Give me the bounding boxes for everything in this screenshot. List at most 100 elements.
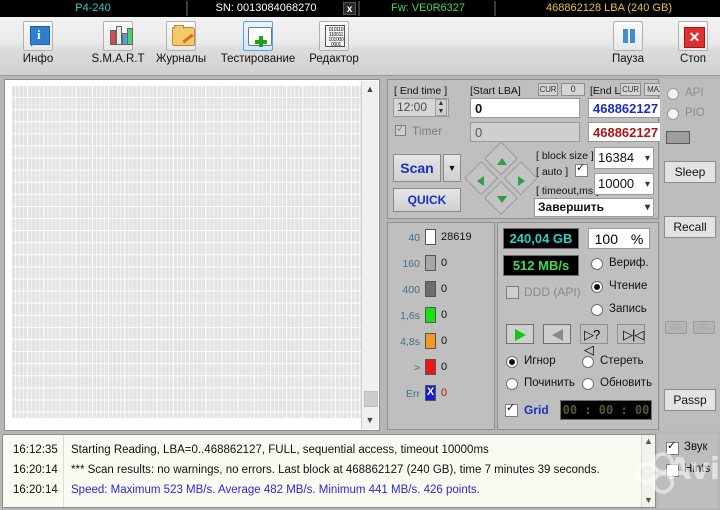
step-to-start-button[interactable]: ▷|◁ — [617, 324, 645, 344]
title-divider-3 — [494, 1, 496, 16]
chevron-down-icon[interactable]: ▾ — [645, 200, 650, 215]
sound-checkbox[interactable] — [666, 442, 679, 455]
toolbar-button-journals[interactable]: Журналы — [143, 20, 219, 72]
log-panel[interactable]: 16:12:35 Starting Reading, LBA=0..4688621… — [2, 434, 656, 508]
map-vertical-scrollbar[interactable]: ▲ ▼ — [361, 81, 378, 429]
hex-editor-icon: 0101101100111010000001 — [317, 21, 351, 53]
scroll-up-icon[interactable]: ▲ — [362, 81, 378, 98]
log-row[interactable]: 16:12:35 Starting Reading, LBA=0..4688621… — [3, 441, 643, 460]
api-label: API — [685, 87, 704, 99]
mode-radio-write[interactable] — [591, 304, 603, 316]
spinner-up-icon[interactable]: ▲ — [436, 100, 446, 108]
action-radio-repair[interactable] — [506, 378, 518, 390]
quick-button[interactable]: QUICK — [393, 188, 461, 212]
histogram-row: 1,6s0 — [388, 307, 494, 327]
led-indicator — [666, 131, 690, 144]
toolbar-button-info[interactable]: Инфо — [0, 20, 76, 72]
toolbar-button-stop[interactable]: Стоп — [655, 20, 720, 72]
histogram-row-swatch — [425, 307, 436, 323]
grid-checkbox[interactable] — [505, 404, 518, 417]
surface-map-grid[interactable] — [11, 85, 361, 418]
mode-label-verify: Вериф. — [609, 257, 649, 269]
end-time-spinner[interactable]: ▲ ▼ — [435, 99, 447, 116]
scan-dropdown-arrow[interactable]: ▼ — [443, 154, 461, 182]
histogram-row-swatch: X — [425, 385, 436, 401]
timeout-select[interactable]: 10000 ▾ — [594, 173, 654, 195]
api-radio[interactable] — [667, 88, 679, 100]
drive-serial: SN: 0013084068270 — [190, 0, 342, 17]
auto-checkbox[interactable] — [575, 164, 588, 177]
log-scrollbar[interactable]: ▲ ▼ — [641, 435, 655, 507]
toolbar-button-testing[interactable]: Тестирование — [220, 20, 296, 72]
step-query-button[interactable]: ▷?◁ — [580, 324, 608, 344]
toolbar-button-editor[interactable]: 0101101100111010000001 Редактор — [296, 20, 372, 72]
recall-button[interactable]: Recall — [664, 216, 716, 238]
scrollbar-thumb[interactable] — [364, 391, 378, 407]
histogram-row-value: 0 — [441, 361, 447, 373]
timer-label: Timer — [412, 124, 442, 138]
ddd-checkbox[interactable] — [506, 286, 519, 299]
dpad-right-icon — [518, 176, 525, 186]
action-radio-refresh[interactable] — [582, 378, 594, 390]
title-divider-1 — [186, 1, 188, 16]
block-time-histogram-panel: 4028619160040001,6s04,8s0>0ErrX0 — [387, 222, 495, 430]
start-lba-cur-button[interactable]: CUR — [538, 83, 558, 96]
pio-label: PIO — [685, 107, 705, 119]
action-label-ignore: Игнор — [524, 355, 556, 367]
chevron-down-icon[interactable]: ▼ — [642, 494, 655, 507]
start-lba-zero-button[interactable]: 0 — [561, 83, 585, 96]
hints-checkbox[interactable] — [666, 464, 679, 477]
title-bar: P4-240 SN: 0013084068270 x Fw: VE0R6327 … — [0, 0, 720, 17]
end-time-value: 12:00 — [397, 100, 427, 114]
pio-radio[interactable] — [667, 108, 679, 120]
chevron-down-icon[interactable]: ▾ — [645, 176, 650, 194]
histogram-row-label: > — [388, 362, 420, 374]
start-lba-input[interactable]: 0 — [470, 98, 580, 118]
play-forward-button[interactable] — [506, 324, 534, 344]
percent-unit: % — [631, 231, 643, 247]
close-serial-button[interactable]: x — [343, 2, 356, 15]
block-size-select[interactable]: 16384 ▾ — [594, 147, 654, 169]
histogram-row-label: 160 — [388, 258, 420, 270]
log-timestamp: 16:12:35 — [13, 441, 58, 460]
histogram-row-value: 0 — [441, 387, 447, 399]
toolbar-label-editor: Редактор — [296, 53, 372, 65]
play-backward-button[interactable] — [543, 324, 571, 344]
error-x-icon: X — [426, 384, 435, 400]
passp-button[interactable]: Passp — [664, 389, 716, 411]
ddd-label: DDD (API) — [524, 285, 581, 299]
end-time-input[interactable]: 12:00 ▲ ▼ — [393, 98, 449, 117]
folder-edit-icon — [164, 21, 198, 53]
scroll-down-icon[interactable]: ▼ — [362, 412, 378, 429]
log-row[interactable]: 16:20:14*** Scan results: no warnings, n… — [3, 461, 643, 480]
main-toolbar: Инфо S.M.A.R.T Жу — [0, 17, 720, 76]
direction-pad[interactable] — [470, 150, 532, 212]
start-lba-input-2[interactable]: 0 — [470, 122, 580, 142]
action-label-repair: Починить — [524, 377, 575, 389]
spinner-down-icon[interactable]: ▼ — [436, 108, 446, 116]
wr-button[interactable]: WR — [665, 321, 687, 334]
timeout-label: [ timeout,ms ] — [536, 185, 599, 197]
elapsed-timer-display: 00 : 00 : 00 — [560, 400, 652, 420]
log-message: Starting Reading, LBA=0..468862127, FULL… — [71, 441, 489, 460]
mode-radio-read[interactable] — [591, 281, 603, 293]
log-row[interactable]: 16:20:14Speed: Maximum 523 MB/s. Average… — [3, 481, 643, 500]
toolbar-label-stop: Стоп — [655, 53, 720, 65]
action-radio-ignore[interactable] — [506, 356, 518, 368]
chevron-up-icon[interactable]: ▲ — [642, 435, 655, 448]
chevron-down-icon[interactable]: ▾ — [645, 150, 650, 168]
timer-checkbox[interactable] — [395, 125, 406, 136]
scan-button[interactable]: Scan — [393, 154, 441, 182]
drive-firmware: Fw: VE0R6327 — [362, 0, 494, 17]
finish-action-select[interactable]: Завершить ▾ — [534, 198, 654, 217]
histogram-row-label: 4,8s — [388, 336, 420, 348]
drive-model: P4-240 — [0, 0, 186, 17]
dpad-up-icon — [497, 158, 507, 165]
action-radio-erase[interactable] — [582, 356, 594, 368]
sleep-button[interactable]: Sleep — [664, 161, 716, 183]
test-parameters-panel: [ End time ] [Start LBA] CUR 0 [End LBA]… — [387, 79, 659, 219]
mode-radio-verify[interactable] — [591, 258, 603, 270]
surface-map-panel[interactable]: ▲ ▼ — [4, 79, 380, 431]
end-lba-cur-button[interactable]: CUR — [620, 83, 641, 96]
rd-button[interactable]: RD — [693, 321, 715, 334]
